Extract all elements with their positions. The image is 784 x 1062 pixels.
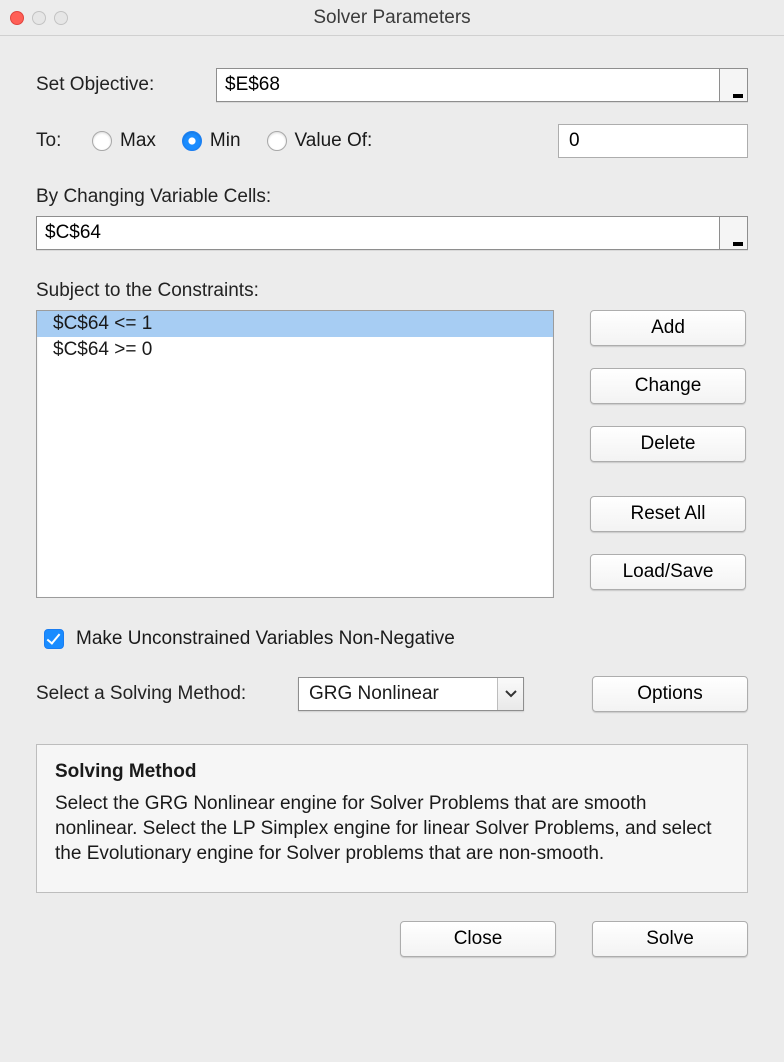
window-controls bbox=[10, 11, 68, 25]
window-zoom-button[interactable] bbox=[54, 11, 68, 25]
add-button[interactable]: Add bbox=[590, 310, 746, 346]
collapse-icon bbox=[733, 94, 743, 98]
changing-ref-picker-button[interactable] bbox=[720, 216, 748, 250]
help-body: Select the GRG Nonlinear engine for Solv… bbox=[55, 791, 729, 866]
window-title: Solver Parameters bbox=[10, 7, 774, 29]
options-button[interactable]: Options bbox=[592, 676, 748, 712]
to-valueof-input[interactable] bbox=[558, 124, 748, 158]
to-max-radio[interactable] bbox=[92, 131, 112, 151]
solve-button[interactable]: Solve bbox=[592, 921, 748, 957]
help-title: Solving Method bbox=[55, 761, 729, 783]
set-objective-input[interactable] bbox=[216, 68, 720, 102]
method-label: Select a Solving Method: bbox=[36, 683, 298, 705]
method-selected-value: GRG Nonlinear bbox=[309, 683, 439, 705]
to-valueof-radio[interactable] bbox=[267, 131, 287, 151]
changing-cells-input[interactable] bbox=[36, 216, 720, 250]
constraint-item[interactable]: $C$64 <= 1 bbox=[37, 311, 553, 337]
delete-button[interactable]: Delete bbox=[590, 426, 746, 462]
window-minimize-button[interactable] bbox=[32, 11, 46, 25]
changing-cells-label: By Changing Variable Cells: bbox=[36, 186, 748, 208]
constraint-item[interactable]: $C$64 >= 0 bbox=[37, 337, 553, 363]
nonnegative-label: Make Unconstrained Variables Non-Negativ… bbox=[76, 628, 455, 650]
constraints-label: Subject to the Constraints: bbox=[36, 280, 748, 302]
nonnegative-checkbox[interactable] bbox=[44, 629, 64, 649]
to-min-label: Min bbox=[210, 130, 241, 152]
close-button[interactable]: Close bbox=[400, 921, 556, 957]
to-min-radio[interactable] bbox=[182, 131, 202, 151]
method-select[interactable]: GRG Nonlinear bbox=[298, 677, 524, 711]
reset-all-button[interactable]: Reset All bbox=[590, 496, 746, 532]
objective-ref-picker-button[interactable] bbox=[720, 68, 748, 102]
set-objective-label: Set Objective: bbox=[36, 74, 216, 96]
collapse-icon bbox=[733, 242, 743, 246]
to-valueof-label: Value Of: bbox=[295, 130, 373, 152]
to-max-label: Max bbox=[120, 130, 156, 152]
to-label: To: bbox=[36, 130, 92, 152]
chevron-down-icon bbox=[497, 678, 523, 710]
load-save-button[interactable]: Load/Save bbox=[590, 554, 746, 590]
window-close-button[interactable] bbox=[10, 11, 24, 25]
solving-method-help: Solving Method Select the GRG Nonlinear … bbox=[36, 744, 748, 893]
constraints-list[interactable]: $C$64 <= 1 $C$64 >= 0 bbox=[36, 310, 554, 598]
title-bar: Solver Parameters bbox=[0, 0, 784, 36]
change-button[interactable]: Change bbox=[590, 368, 746, 404]
